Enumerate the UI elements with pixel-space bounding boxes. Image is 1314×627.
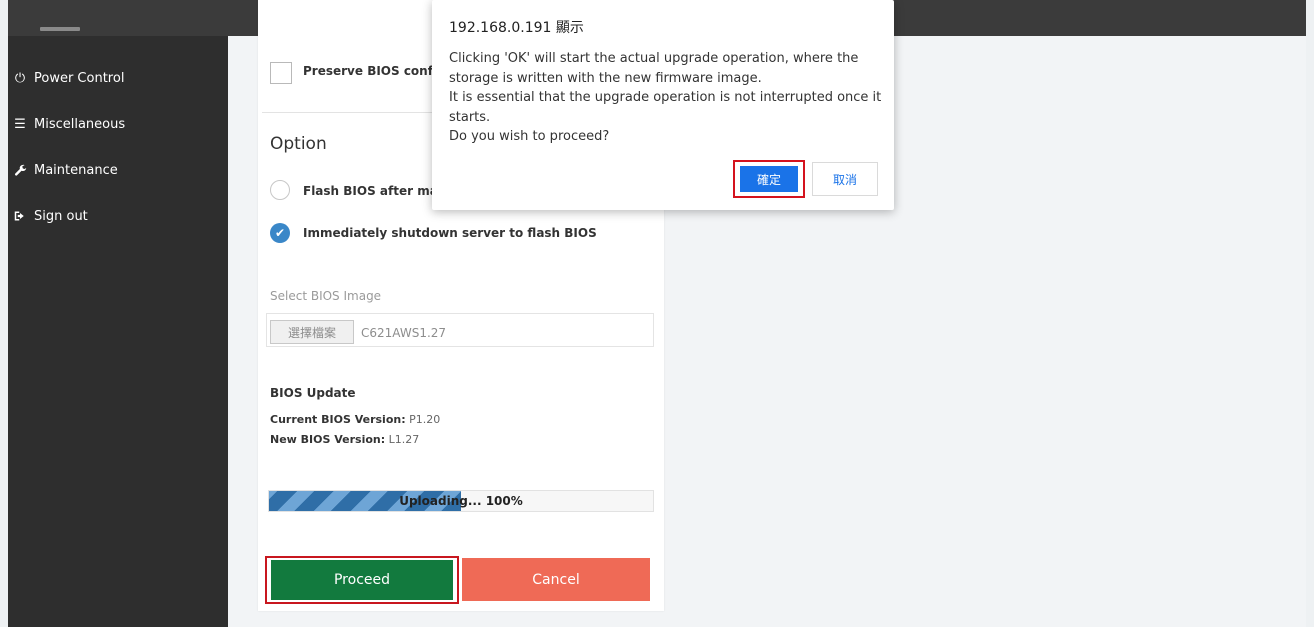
bios-update-title: BIOS Update bbox=[270, 386, 356, 400]
current-version-label: Current BIOS Version: bbox=[270, 413, 406, 426]
sign-out-icon bbox=[8, 210, 32, 222]
sidebar-item-miscellaneous[interactable]: ☰ Miscellaneous bbox=[8, 112, 125, 136]
sidebar-item-label: Maintenance bbox=[34, 162, 118, 178]
preserve-bios-label: Preserve BIOS config bbox=[303, 64, 446, 78]
dialog-title: 192.168.0.191 顯示 bbox=[449, 20, 584, 36]
sidebar-item-label: Sign out bbox=[34, 208, 88, 224]
cancel-button[interactable]: Cancel bbox=[462, 558, 650, 601]
progress-text: Uploading... 100% bbox=[399, 494, 523, 508]
dialog-cancel-button[interactable]: 取消 bbox=[812, 162, 878, 196]
preserve-bios-checkbox[interactable] bbox=[270, 62, 292, 84]
dialog-message-line: storage is written with the new firmware… bbox=[449, 70, 762, 86]
sidebar-item-label: Miscellaneous bbox=[34, 116, 126, 132]
dialog-message-line: starts. bbox=[449, 109, 491, 125]
power-icon: ⏻ bbox=[14, 70, 26, 86]
current-version-value: P1.20 bbox=[409, 413, 441, 426]
immediate-shutdown-radio[interactable]: ✔ bbox=[270, 223, 290, 243]
option-title: Option bbox=[270, 134, 327, 154]
proceed-button[interactable]: Proceed bbox=[271, 560, 453, 600]
menu-icon: ☰ bbox=[14, 116, 26, 132]
sidebar-item-sign-out[interactable]: Sign out bbox=[8, 204, 88, 228]
wrench-icon bbox=[8, 164, 32, 177]
file-name: C621AWS1.27 bbox=[361, 326, 447, 340]
dialog-message-line: Do you wish to proceed? bbox=[449, 129, 610, 145]
flash-after-label: Flash BIOS after mar bbox=[303, 184, 444, 198]
checkmark-icon: ✔ bbox=[274, 226, 286, 240]
flash-after-radio[interactable] bbox=[270, 180, 290, 200]
choose-file-button[interactable]: 選擇檔案 bbox=[270, 320, 354, 344]
sidebar-item-cut-off bbox=[40, 27, 80, 31]
dialog-message-line: Clicking 'OK' will start the actual upgr… bbox=[449, 51, 859, 66]
upload-progress-bar: Uploading... 100% bbox=[268, 490, 654, 512]
dialog-message: Clicking 'OK' will start the actual upgr… bbox=[449, 49, 882, 147]
new-bios-version: New BIOS Version: L1.27 bbox=[270, 433, 419, 446]
immediate-shutdown-label: Immediately shutdown server to flash BIO… bbox=[303, 226, 597, 240]
new-version-label: New BIOS Version: bbox=[270, 433, 386, 446]
sidebar-item-label: Power Control bbox=[34, 70, 125, 86]
sidebar-item-power-control[interactable]: ⏻ Power Control bbox=[8, 66, 125, 90]
sidebar-item-maintenance[interactable]: Maintenance bbox=[8, 158, 118, 182]
select-bios-image-label: Select BIOS Image bbox=[270, 289, 382, 303]
new-version-value: L1.27 bbox=[388, 433, 420, 446]
dialog-ok-button[interactable]: 確定 bbox=[740, 166, 798, 192]
current-bios-version: Current BIOS Version: P1.20 bbox=[270, 413, 440, 426]
dialog-message-line: It is essential that the upgrade operati… bbox=[449, 90, 882, 106]
